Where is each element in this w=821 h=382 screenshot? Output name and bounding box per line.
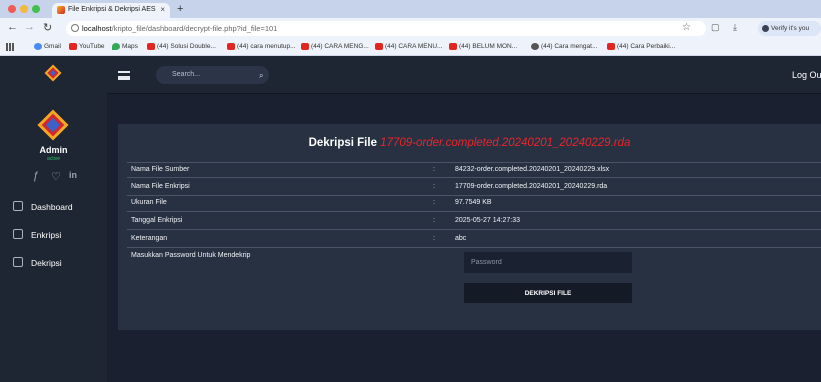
info-row-description: Keterangan : abc (127, 232, 821, 248)
logout-link[interactable]: Log Out (792, 70, 821, 80)
sidebar-item-label: Dashboard (31, 202, 73, 212)
row-colon: : (433, 183, 435, 190)
row-value: 2025-05-27 14:27:33 (455, 217, 520, 224)
top-header: Search... ⌕ Log Out (107, 56, 821, 94)
row-label: Nama File Sumber (131, 166, 190, 173)
page-title: Dekripsi File 17709-order.completed.2024… (118, 137, 821, 149)
twitter-icon[interactable]: ♡ (51, 170, 61, 183)
bookmark-9[interactable]: (44) Cara mengat... (531, 43, 597, 50)
bookmark-7[interactable]: (44) CARA MENU... (375, 43, 442, 50)
bookmarks-bar: Gmail YouTube Maps (44) Solusi Double...… (0, 39, 821, 56)
profile-avatar-icon (762, 25, 769, 32)
bookmark-6[interactable]: (44) CARA MENG... (301, 43, 369, 50)
row-value: abc (455, 235, 467, 242)
bookmark-10[interactable]: (44) Cara Perbaiki... (607, 43, 675, 50)
row-label: Ukuran File (131, 199, 167, 206)
home-icon (13, 201, 23, 211)
row-colon: : (433, 235, 435, 242)
decrypt-file-button[interactable]: DEKRIPSI FILE (464, 283, 632, 303)
sidebar: Admin active ƒ ♡ in Dashboard Enkripsi D… (0, 56, 107, 382)
maps-icon (112, 43, 120, 50)
info-row-encrypt-date: Tanggal Enkripsi : 2025-05-27 14:27:33 (127, 214, 821, 230)
main-content: Dekripsi File 17709-order.completed.2024… (107, 94, 821, 382)
lock-icon (13, 229, 23, 239)
minimize-window-button[interactable] (20, 5, 28, 13)
youtube-icon (449, 43, 457, 50)
browser-titlebar: File Enkripsi & Dekripsi AES × + (0, 0, 821, 18)
favicon-icon (57, 6, 65, 14)
youtube-icon (301, 43, 309, 50)
search-input[interactable]: Search... ⌕ (156, 66, 269, 84)
close-window-button[interactable] (8, 5, 16, 13)
search-icon[interactable]: ⌕ (259, 71, 263, 81)
sidebar-item-dashboard[interactable]: Dashboard (13, 201, 73, 212)
row-value: 84232-order.completed.20240201_20240229.… (455, 166, 610, 173)
site-info-icon[interactable] (71, 24, 79, 32)
profile-button[interactable]: Verify it's you (758, 21, 821, 36)
browser-tab[interactable]: File Enkripsi & Dekripsi AES × (52, 3, 170, 18)
maximize-window-button[interactable] (32, 5, 40, 13)
admin-avatar (37, 109, 69, 141)
reload-icon[interactable]: ↻ (43, 21, 52, 34)
bookmark-5[interactable]: (44) cara menutup... (227, 43, 296, 50)
address-bar[interactable]: localhost/kripto_file/dashboard/decrypt-… (66, 21, 706, 36)
linkedin-icon[interactable]: in (69, 170, 77, 180)
search-placeholder: Search... (172, 71, 201, 78)
apps-grid-icon[interactable] (6, 43, 14, 51)
youtube-icon (147, 43, 155, 50)
row-label: Tanggal Enkripsi (131, 217, 183, 224)
bookmark-gmail[interactable]: Gmail (34, 43, 61, 50)
bookmark-star-icon[interactable]: ☆ (682, 22, 691, 33)
info-row-source-name: Nama File Sumber : 84232-order.completed… (127, 162, 821, 178)
password-label: Masukkan Password Untuk Mendekrip (131, 252, 251, 259)
gmail-icon (34, 43, 42, 50)
row-colon: : (433, 166, 435, 173)
page-title-filename: 17709-order.completed.20240201_20240229.… (380, 137, 631, 149)
url-host: localhost (82, 24, 112, 33)
url-path: /kripto_file/dashboard/decrypt-file.php?… (111, 24, 278, 33)
bookmark-8[interactable]: (44) BELUM MON... (449, 43, 517, 50)
youtube-icon (607, 43, 615, 50)
info-row-encrypted-name: Nama File Enkripsi : 17709-order.complet… (127, 180, 821, 196)
row-value: 97.7549 KB (455, 199, 492, 206)
facebook-icon[interactable]: ƒ (33, 170, 39, 182)
sidebar-item-dekripsi[interactable]: Dekripsi (13, 257, 62, 268)
info-row-file-size: Ukuran File : 97.7549 KB (127, 196, 821, 212)
tab-title: File Enkripsi & Dekripsi AES (68, 6, 156, 13)
youtube-icon (69, 43, 77, 50)
profile-label: Verify it's you (771, 25, 810, 32)
brand-logo-icon[interactable] (44, 64, 62, 82)
sidebar-item-label: Enkripsi (31, 230, 62, 240)
lock-icon (13, 257, 23, 267)
sidebar-item-enkripsi[interactable]: Enkripsi (13, 229, 62, 240)
row-colon: : (433, 199, 435, 206)
bookmark-youtube[interactable]: YouTube (69, 43, 105, 50)
bookmark-maps[interactable]: Maps (112, 43, 138, 50)
admin-status: active (46, 156, 61, 162)
tab-close-icon[interactable]: × (160, 5, 165, 14)
page-title-prefix: Dekripsi File (308, 137, 377, 149)
row-label: Nama File Enkripsi (131, 183, 190, 190)
row-value: 17709-order.completed.20240201_20240229.… (455, 183, 608, 190)
sidebar-item-label: Dekripsi (31, 258, 62, 268)
admin-name: Admin (39, 145, 68, 155)
new-tab-button[interactable]: + (177, 3, 183, 15)
row-colon: : (433, 217, 435, 224)
extensions-icon[interactable]: ▢ (711, 22, 720, 33)
browser-toolbar: ← → ↻ localhost/kripto_file/dashboard/de… (0, 18, 821, 39)
download-icon[interactable]: ⤓ (733, 22, 737, 33)
youtube-icon (375, 43, 383, 50)
row-label: Keterangan (131, 235, 168, 242)
password-field[interactable] (464, 252, 632, 273)
back-icon[interactable]: ← (7, 21, 18, 33)
youtube-icon (227, 43, 235, 50)
forward-icon[interactable]: → (24, 21, 35, 33)
chrome-icon (531, 43, 539, 50)
decrypt-card: Dekripsi File 17709-order.completed.2024… (118, 124, 821, 330)
menu-toggle-icon[interactable] (118, 71, 130, 80)
bookmark-4[interactable]: (44) Solusi Double... (147, 43, 216, 50)
